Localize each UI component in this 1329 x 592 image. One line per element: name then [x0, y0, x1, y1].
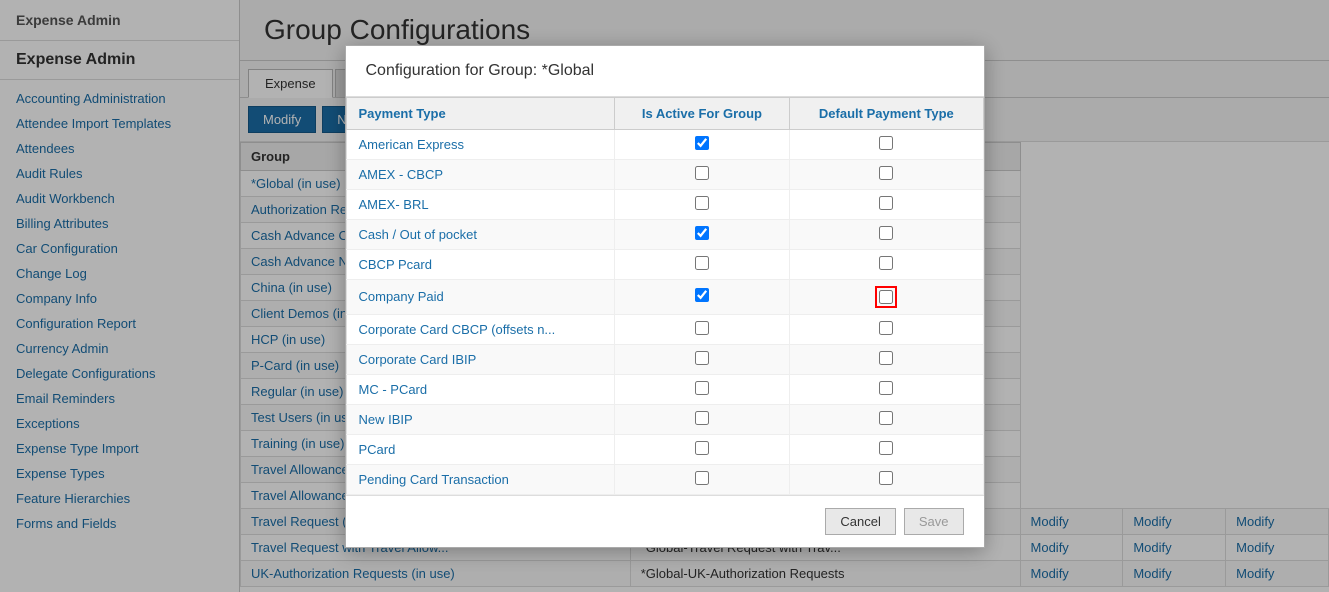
payment-name-cell: AMEX- BRL	[346, 189, 614, 219]
is-active-checkbox[interactable]	[695, 136, 709, 150]
default-payment-cell	[790, 249, 983, 279]
default-payment-cell	[790, 129, 983, 159]
default-payment-checkbox[interactable]	[879, 411, 893, 425]
payment-name-cell: Pending Card Transaction	[346, 464, 614, 494]
col-payment-type: Payment Type	[346, 97, 614, 129]
default-payment-cell	[790, 279, 983, 314]
modal-header: Configuration for Group: *Global	[346, 46, 984, 97]
payment-type-table: Payment Type Is Active For Group Default…	[346, 97, 984, 495]
default-payment-checkbox[interactable]	[879, 381, 893, 395]
payment-type-row: Corporate Card CBCP (offsets n...	[346, 314, 983, 344]
is-active-checkbox[interactable]	[695, 321, 709, 335]
default-payment-checkbox[interactable]	[879, 256, 893, 270]
is-active-cell	[614, 344, 790, 374]
default-payment-cell	[790, 159, 983, 189]
payment-type-row: MC - PCard	[346, 374, 983, 404]
default-payment-checkbox[interactable]	[879, 290, 893, 304]
is-active-cell	[614, 464, 790, 494]
payment-type-row: PCard	[346, 434, 983, 464]
payment-name-cell: New IBIP	[346, 404, 614, 434]
is-active-cell	[614, 129, 790, 159]
is-active-cell	[614, 219, 790, 249]
is-active-cell	[614, 249, 790, 279]
payment-name-cell: Company Paid	[346, 279, 614, 314]
payment-name-cell: Cash / Out of pocket	[346, 219, 614, 249]
is-active-cell	[614, 159, 790, 189]
payment-name-cell: CBCP Pcard	[346, 249, 614, 279]
payment-type-row: New IBIP	[346, 404, 983, 434]
is-active-cell	[614, 189, 790, 219]
modal-overlay: Configuration for Group: *Global Payment…	[0, 0, 1329, 592]
default-payment-checkbox[interactable]	[879, 226, 893, 240]
modal-footer: Cancel Save	[346, 495, 984, 547]
modal-body: Payment Type Is Active For Group Default…	[346, 97, 984, 495]
payment-name-cell: MC - PCard	[346, 374, 614, 404]
default-payment-checkbox[interactable]	[879, 196, 893, 210]
is-active-cell	[614, 279, 790, 314]
payment-type-row: AMEX- BRL	[346, 189, 983, 219]
default-payment-checkbox[interactable]	[879, 471, 893, 485]
default-payment-cell	[790, 434, 983, 464]
is-active-checkbox[interactable]	[695, 411, 709, 425]
payment-name-cell: American Express	[346, 129, 614, 159]
is-active-checkbox[interactable]	[695, 288, 709, 302]
default-payment-cell	[790, 374, 983, 404]
is-active-checkbox[interactable]	[695, 351, 709, 365]
default-payment-cell	[790, 314, 983, 344]
default-payment-checkbox[interactable]	[879, 441, 893, 455]
is-active-checkbox[interactable]	[695, 471, 709, 485]
is-active-checkbox[interactable]	[695, 441, 709, 455]
is-active-checkbox[interactable]	[695, 196, 709, 210]
default-payment-cell	[790, 464, 983, 494]
payment-type-row: Cash / Out of pocket	[346, 219, 983, 249]
payment-name-cell: AMEX - CBCP	[346, 159, 614, 189]
configuration-modal: Configuration for Group: *Global Payment…	[345, 45, 985, 548]
is-active-cell	[614, 404, 790, 434]
is-active-checkbox[interactable]	[695, 226, 709, 240]
default-payment-cell	[790, 344, 983, 374]
highlighted-checkbox-wrap	[875, 286, 897, 308]
col-default-payment: Default Payment Type	[790, 97, 983, 129]
is-active-cell	[614, 434, 790, 464]
payment-type-row: CBCP Pcard	[346, 249, 983, 279]
payment-name-cell: PCard	[346, 434, 614, 464]
payment-type-row: AMEX - CBCP	[346, 159, 983, 189]
payment-type-row: American Express	[346, 129, 983, 159]
is-active-cell	[614, 314, 790, 344]
default-payment-cell	[790, 404, 983, 434]
default-payment-checkbox[interactable]	[879, 136, 893, 150]
modal-title: Configuration for Group: *Global	[366, 62, 964, 80]
payment-type-row: Company Paid	[346, 279, 983, 314]
is-active-cell	[614, 374, 790, 404]
is-active-checkbox[interactable]	[695, 381, 709, 395]
payment-name-cell: Corporate Card CBCP (offsets n...	[346, 314, 614, 344]
default-payment-checkbox[interactable]	[879, 321, 893, 335]
payment-type-row: Pending Card Transaction	[346, 464, 983, 494]
is-active-checkbox[interactable]	[695, 166, 709, 180]
default-payment-checkbox[interactable]	[879, 351, 893, 365]
modal-table-container: Payment Type Is Active For Group Default…	[346, 97, 984, 495]
payment-type-row: Corporate Card IBIP	[346, 344, 983, 374]
default-payment-checkbox[interactable]	[879, 166, 893, 180]
save-button[interactable]: Save	[904, 508, 964, 535]
col-is-active: Is Active For Group	[614, 97, 790, 129]
cancel-button[interactable]: Cancel	[825, 508, 895, 535]
default-payment-cell	[790, 219, 983, 249]
is-active-checkbox[interactable]	[695, 256, 709, 270]
payment-name-cell: Corporate Card IBIP	[346, 344, 614, 374]
default-payment-cell	[790, 189, 983, 219]
